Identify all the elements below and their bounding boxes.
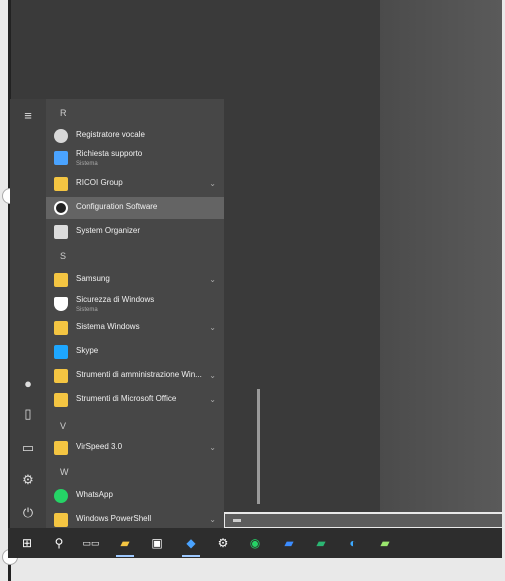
list-item-sicurezza-windows[interactable]: Sicurezza di Windows Sistema xyxy=(46,293,224,315)
document-icon[interactable]: ▯ xyxy=(19,405,37,423)
list-item-richiesta-supporto[interactable]: Richiesta supporto Sistema xyxy=(46,147,224,169)
list-item-label: Richiesta supporto xyxy=(76,149,143,158)
folder-icon xyxy=(54,369,68,383)
active-indicator xyxy=(116,555,134,557)
chevron-down-icon: ⌄ xyxy=(209,323,216,332)
list-item-label: Sistema Windows xyxy=(76,322,140,331)
list-item-label: Strumenti di amministrazione Win... xyxy=(76,370,202,379)
microphone-icon xyxy=(54,129,68,143)
app-icon[interactable]: ◆ xyxy=(182,534,200,552)
list-item-sublabel: Sistema xyxy=(76,307,98,313)
user-icon[interactable]: ● xyxy=(19,375,37,393)
list-item-label: Samsung xyxy=(76,274,110,283)
taskbar: ⊞ ⚲ ▭▭ ▰ ▣ ◆ ⚙ ◉ ▰ ▰ ◐ ▰ xyxy=(8,528,502,558)
letter-header-s[interactable]: S xyxy=(60,251,66,261)
file-explorer-icon[interactable]: ▰ xyxy=(116,534,134,552)
list-item-whatsapp[interactable]: WhatsApp xyxy=(46,485,224,507)
outlook-icon[interactable]: ▰ xyxy=(280,534,298,552)
list-item-label: RICOI Group xyxy=(76,178,123,187)
whatsapp-icon[interactable]: ◉ xyxy=(246,534,264,552)
folder-icon xyxy=(54,177,68,191)
chevron-down-icon: ⌄ xyxy=(209,443,216,452)
hamburger-icon[interactable]: ≡ xyxy=(19,107,37,125)
app-list: R Registratore vocale Richiesta supporto… xyxy=(46,99,260,531)
organizer-icon xyxy=(54,225,68,239)
desktop-window-right xyxy=(380,0,502,512)
list-item-sistema-windows[interactable]: Sistema Windows ⌄ xyxy=(46,317,224,339)
edge-icon[interactable]: ◐ xyxy=(344,534,362,552)
folder-icon xyxy=(54,273,68,287)
letter-header-r[interactable]: R xyxy=(60,108,67,118)
shield-icon xyxy=(54,297,68,311)
list-item-sublabel: Sistema xyxy=(76,161,98,167)
skype-icon xyxy=(54,345,68,359)
power-icon[interactable]: ⏻ xyxy=(19,504,37,522)
start-menu: ≡ ● ▯ ▭ ⚙ ⏻ R Registratore vocale Richie… xyxy=(10,99,260,531)
store-icon[interactable]: ▣ xyxy=(148,534,166,552)
notepad-icon[interactable]: ▰ xyxy=(376,534,394,552)
list-item-label: VirSpeed 3.0 xyxy=(76,442,123,451)
list-item-skype[interactable]: Skype xyxy=(46,341,224,363)
settings-icon[interactable]: ⚙ xyxy=(19,471,37,489)
chevron-down-icon: ⌄ xyxy=(209,371,216,380)
list-item-label: Windows PowerShell xyxy=(76,514,152,523)
chevron-down-icon: ⌄ xyxy=(209,179,216,188)
list-item-label: WhatsApp xyxy=(76,490,113,499)
gear-icon xyxy=(54,201,68,215)
list-item-ricoi-group[interactable]: RICOI Group ⌄ xyxy=(46,173,224,195)
list-item-system-organizer[interactable]: System Organizer xyxy=(46,221,224,243)
pictures-icon[interactable]: ▭ xyxy=(19,439,37,457)
screenshot-frame: ≡ ● ▯ ▭ ⚙ ⏻ R Registratore vocale Richie… xyxy=(0,0,505,581)
start-menu-rail: ≡ ● ▯ ▭ ⚙ ⏻ xyxy=(10,99,46,531)
folder-icon xyxy=(54,513,68,527)
list-item-label: Strumenti di Microsoft Office xyxy=(76,394,177,403)
folder-icon xyxy=(54,441,68,455)
active-indicator xyxy=(182,555,200,557)
scrollbar[interactable] xyxy=(257,389,260,504)
list-item-samsung[interactable]: Samsung ⌄ xyxy=(46,269,224,291)
list-item-virspeed[interactable]: VirSpeed 3.0 ⌄ xyxy=(46,437,224,459)
support-icon xyxy=(54,151,68,165)
chevron-down-icon: ⌄ xyxy=(209,515,216,524)
settings-icon[interactable]: ⚙ xyxy=(214,534,232,552)
whatsapp-icon xyxy=(54,489,68,503)
letter-header-v[interactable]: V xyxy=(60,421,66,431)
list-item-label: Registratore vocale xyxy=(76,130,145,139)
folder-icon xyxy=(54,321,68,335)
list-item-strumenti-amministrazione[interactable]: Strumenti di amministrazione Win... ⌄ xyxy=(46,365,224,387)
list-item-configuration-software[interactable]: Configuration Software xyxy=(46,197,224,219)
windows-start-icon[interactable]: ⊞ xyxy=(18,534,36,552)
list-item-label: Skype xyxy=(76,346,99,355)
list-item-label: Sicurezza di Windows xyxy=(76,295,155,304)
excel-icon[interactable]: ▰ xyxy=(312,534,330,552)
list-item-label: Configuration Software xyxy=(76,202,158,211)
chevron-down-icon: ⌄ xyxy=(209,275,216,284)
list-item-registratore-vocale[interactable]: Registratore vocale xyxy=(46,125,224,147)
horizontal-scroll-strip[interactable] xyxy=(225,514,502,527)
search-icon[interactable]: ⚲ xyxy=(50,534,68,552)
list-item-strumenti-office[interactable]: Strumenti di Microsoft Office ⌄ xyxy=(46,389,224,411)
task-view-icon[interactable]: ▭▭ xyxy=(82,534,100,552)
chevron-down-icon: ⌄ xyxy=(209,395,216,404)
folder-icon xyxy=(54,393,68,407)
list-item-label: System Organizer xyxy=(76,226,141,235)
letter-header-w[interactable]: W xyxy=(60,467,69,477)
